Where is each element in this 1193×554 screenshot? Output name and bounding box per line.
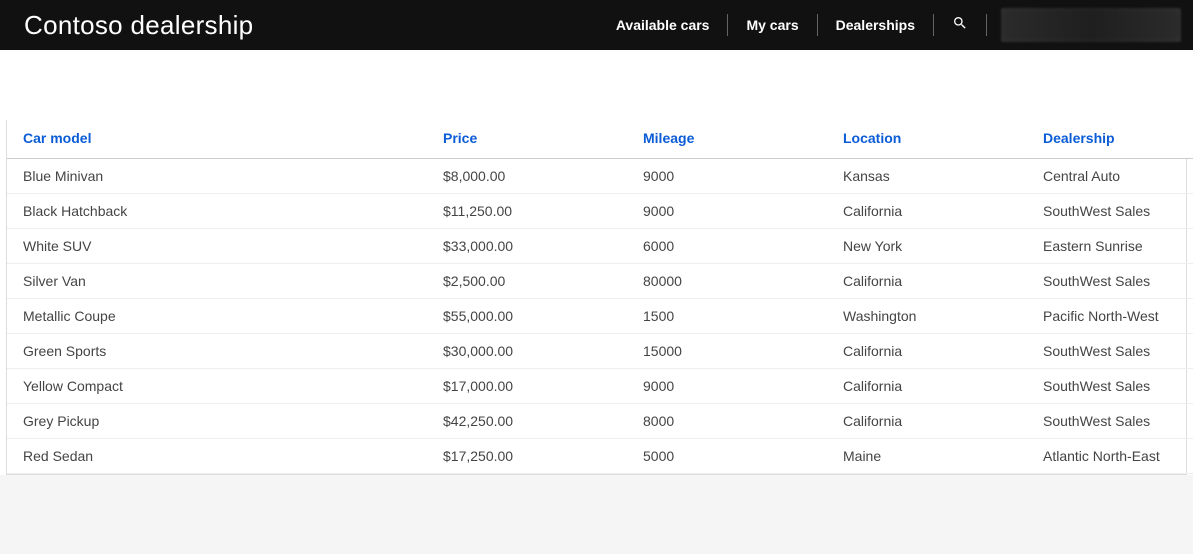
cell-car-model: Grey Pickup (7, 404, 427, 439)
cell-mileage: 6000 (627, 229, 827, 264)
cell-dealership: SouthWest Sales (1027, 369, 1193, 404)
cell-location: California (827, 194, 1027, 229)
user-area-redacted[interactable] (1001, 8, 1181, 42)
cell-price: $11,250.00 (427, 194, 627, 229)
table-row[interactable]: Red Sedan $17,250.00 5000 Maine Atlantic… (7, 439, 1193, 474)
cell-mileage: 1500 (627, 299, 827, 334)
topbar: Contoso dealership Available cars My car… (0, 0, 1193, 50)
col-header-price[interactable]: Price (427, 120, 627, 159)
nav-dealerships[interactable]: Dealerships (818, 14, 934, 36)
content-area: Car model Price Mileage Location Dealers… (0, 50, 1193, 475)
cell-car-model: Green Sports (7, 334, 427, 369)
cell-car-model: Blue Minivan (7, 159, 427, 194)
cell-car-model: Yellow Compact (7, 369, 427, 404)
cell-location: California (827, 264, 1027, 299)
col-header-car-model[interactable]: Car model (7, 120, 427, 159)
cell-dealership: SouthWest Sales (1027, 404, 1193, 439)
cell-car-model: Red Sedan (7, 439, 427, 474)
cell-dealership: Eastern Sunrise (1027, 229, 1193, 264)
cell-location: California (827, 334, 1027, 369)
cell-car-model: Black Hatchback (7, 194, 427, 229)
search-icon (952, 15, 968, 36)
table-row[interactable]: Blue Minivan $8,000.00 9000 Kansas Centr… (7, 159, 1193, 194)
cell-mileage: 15000 (627, 334, 827, 369)
table-row[interactable]: Green Sports $30,000.00 15000 California… (7, 334, 1193, 369)
cell-dealership: Pacific North-West (1027, 299, 1193, 334)
cell-mileage: 9000 (627, 159, 827, 194)
cell-price: $30,000.00 (427, 334, 627, 369)
cell-dealership: Central Auto (1027, 159, 1193, 194)
col-header-dealership[interactable]: Dealership (1027, 120, 1193, 159)
cell-location: New York (827, 229, 1027, 264)
site-title: Contoso dealership (24, 10, 253, 41)
cell-location: California (827, 369, 1027, 404)
cell-car-model: White SUV (7, 229, 427, 264)
cell-location: Kansas (827, 159, 1027, 194)
cell-price: $17,000.00 (427, 369, 627, 404)
cell-mileage: 5000 (627, 439, 827, 474)
search-button[interactable] (934, 14, 987, 36)
cell-location: Washington (827, 299, 1027, 334)
table-row[interactable]: Silver Van $2,500.00 80000 California So… (7, 264, 1193, 299)
col-header-mileage[interactable]: Mileage (627, 120, 827, 159)
primary-nav: Available cars My cars Dealerships (598, 0, 1193, 50)
cell-mileage: 9000 (627, 369, 827, 404)
cell-car-model: Silver Van (7, 264, 427, 299)
table-header-row: Car model Price Mileage Location Dealers… (7, 120, 1193, 159)
cell-price: $55,000.00 (427, 299, 627, 334)
cars-table-body: Blue Minivan $8,000.00 9000 Kansas Centr… (7, 159, 1193, 474)
cars-table-wrap: Car model Price Mileage Location Dealers… (6, 120, 1187, 475)
cell-price: $17,250.00 (427, 439, 627, 474)
table-row[interactable]: Black Hatchback $11,250.00 9000 Californ… (7, 194, 1193, 229)
cars-table: Car model Price Mileage Location Dealers… (7, 120, 1193, 474)
table-row[interactable]: Metallic Coupe $55,000.00 1500 Washingto… (7, 299, 1193, 334)
cell-price: $8,000.00 (427, 159, 627, 194)
cell-price: $33,000.00 (427, 229, 627, 264)
table-row[interactable]: Yellow Compact $17,000.00 9000 Californi… (7, 369, 1193, 404)
cell-dealership: SouthWest Sales (1027, 334, 1193, 369)
nav-available-cars[interactable]: Available cars (598, 14, 729, 36)
cell-mileage: 9000 (627, 194, 827, 229)
cell-location: Maine (827, 439, 1027, 474)
cell-price: $42,250.00 (427, 404, 627, 439)
cell-car-model: Metallic Coupe (7, 299, 427, 334)
col-header-location[interactable]: Location (827, 120, 1027, 159)
table-row[interactable]: Grey Pickup $42,250.00 8000 California S… (7, 404, 1193, 439)
cell-mileage: 80000 (627, 264, 827, 299)
cell-dealership: SouthWest Sales (1027, 194, 1193, 229)
cell-price: $2,500.00 (427, 264, 627, 299)
cell-dealership: SouthWest Sales (1027, 264, 1193, 299)
page: Contoso dealership Available cars My car… (0, 0, 1193, 475)
cell-location: California (827, 404, 1027, 439)
cell-mileage: 8000 (627, 404, 827, 439)
table-row[interactable]: White SUV $33,000.00 6000 New York Easte… (7, 229, 1193, 264)
cell-dealership: Atlantic North-East (1027, 439, 1193, 474)
nav-my-cars[interactable]: My cars (728, 14, 817, 36)
